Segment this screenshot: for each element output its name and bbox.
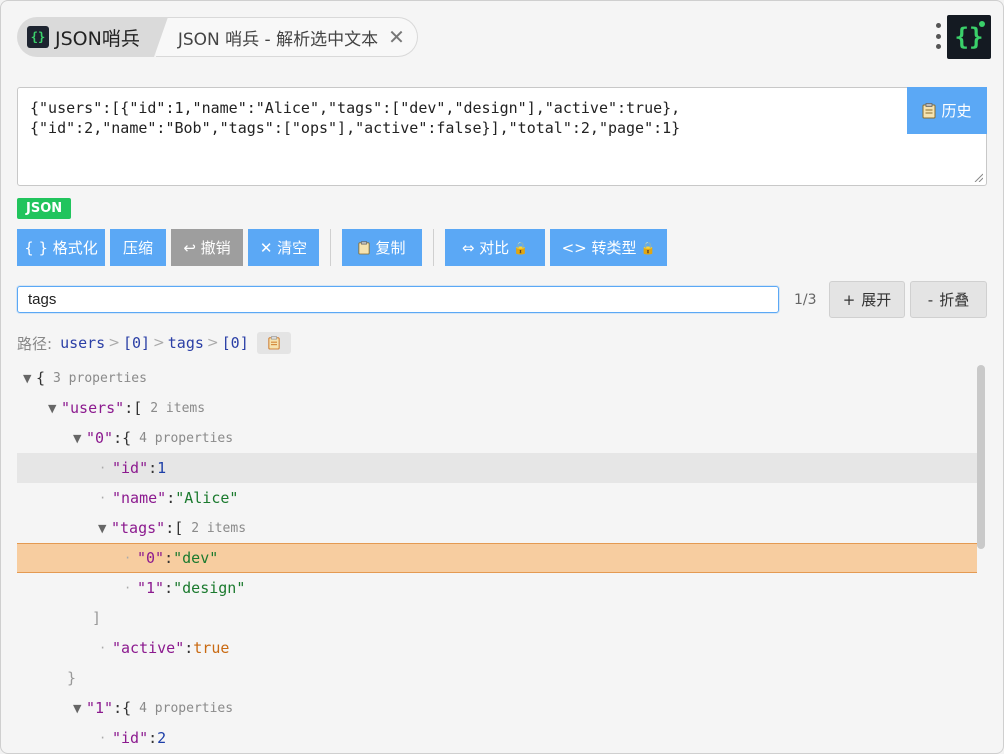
tab-bar: {} JSON哨兵 JSON 哨兵 - 解析选中文本 ✕ bbox=[17, 17, 418, 57]
tab-json-sentinel[interactable]: {} JSON哨兵 bbox=[17, 17, 168, 57]
copy-label: 复制 bbox=[375, 239, 406, 257]
lock-icon: 🔒 bbox=[513, 240, 529, 255]
compare-button[interactable]: ⇔ 对比 🔒 bbox=[445, 229, 545, 266]
resize-grip-icon[interactable] bbox=[973, 172, 983, 182]
expand-label: 展开 bbox=[861, 291, 892, 309]
clear-button[interactable]: ✕ 清空 bbox=[248, 229, 319, 266]
format-badge: JSON bbox=[17, 198, 72, 219]
toolbar: { } 格式化 压缩 ↩ 撤销 ✕ 清空 复制 ⇔ 对比 🔒 <> 转类型 🔒 bbox=[17, 229, 672, 266]
toolbar-divider bbox=[330, 229, 331, 266]
plus-icon: + bbox=[842, 290, 856, 309]
tree-row-users[interactable]: ▼ "users":[2 items bbox=[17, 393, 977, 423]
breadcrumb-item[interactable]: [0] bbox=[222, 334, 249, 352]
clipboard-icon bbox=[268, 336, 280, 350]
expand-toggle-icon[interactable]: ▼ bbox=[73, 432, 86, 445]
breadcrumb-item[interactable]: [0] bbox=[123, 334, 150, 352]
clipboard-icon bbox=[922, 102, 936, 118]
tree-row-name[interactable]: · "name": "Alice" bbox=[17, 483, 977, 513]
tree-scrollbar[interactable] bbox=[977, 365, 985, 549]
convert-type-button[interactable]: <> 转类型 🔒 bbox=[550, 229, 667, 266]
chevron-right-icon: > bbox=[108, 335, 120, 351]
json-input[interactable]: {"users":[{"id":1,"name":"Alice","tags":… bbox=[17, 87, 987, 186]
copy-button[interactable]: 复制 bbox=[342, 229, 422, 266]
json-tree: ▼{3 properties ▼ "users":[2 items ▼ "0":{4… bbox=[17, 363, 977, 753]
tree-row-item-1[interactable]: ▼ "1":{4 properties bbox=[17, 693, 977, 723]
tree-row-tag-1[interactable]: · "1": "design" bbox=[17, 573, 977, 603]
compare-label: ⇔ 对比 bbox=[461, 239, 510, 257]
breadcrumb-item[interactable]: users bbox=[60, 334, 105, 352]
tree-row-tags[interactable]: ▼ "tags":[2 items bbox=[17, 513, 977, 543]
app-logo: {} bbox=[947, 15, 991, 59]
toolbar-divider bbox=[433, 229, 434, 266]
expand-toggle-icon[interactable]: ▼ bbox=[23, 372, 36, 385]
tree-row-active[interactable]: · "active": true bbox=[17, 633, 977, 663]
match-count: 1/3 bbox=[794, 292, 817, 308]
expand-toggle-icon[interactable]: ▼ bbox=[48, 402, 61, 415]
history-button[interactable]: 历史 bbox=[907, 87, 987, 134]
breadcrumb-item[interactable]: tags bbox=[168, 334, 204, 352]
undo-button[interactable]: ↩ 撤销 bbox=[171, 229, 243, 266]
tree-row-id[interactable]: · "id":1 bbox=[17, 453, 977, 483]
tab-label: JSON 哨兵 - 解析选中文本 bbox=[177, 29, 379, 50]
clipboard-icon bbox=[358, 240, 371, 254]
more-menu-icon[interactable] bbox=[934, 23, 942, 49]
search-input[interactable] bbox=[17, 286, 779, 313]
app-logo-icon: {} bbox=[27, 26, 49, 48]
tree-row-item-0[interactable]: ▼ "0":{4 properties bbox=[17, 423, 977, 453]
expand-toggle-icon[interactable]: ▼ bbox=[73, 702, 86, 715]
tree-row-root[interactable]: ▼{3 properties bbox=[17, 363, 977, 393]
path-label: 路径: bbox=[17, 334, 53, 353]
json-input-text: {"users":[{"id":1,"name":"Alice","tags":… bbox=[30, 99, 681, 137]
format-button[interactable]: { } 格式化 bbox=[17, 229, 105, 266]
tree-row-tags-close: ] bbox=[92, 609, 102, 627]
tree-row-tag-0[interactable]: · "0": "dev" bbox=[17, 543, 977, 573]
expand-toggle-icon[interactable]: ▼ bbox=[98, 522, 111, 535]
breadcrumb: 路径: users > [0] > tags > [0] bbox=[17, 331, 291, 355]
logo-glyph: {} bbox=[954, 23, 984, 51]
tree-row-item-0-close: } bbox=[67, 669, 77, 687]
tab-parse-selection[interactable]: JSON 哨兵 - 解析选中文本 ✕ bbox=[155, 17, 418, 57]
collapse-button[interactable]: - 折叠 bbox=[910, 281, 987, 318]
minus-icon: - bbox=[927, 290, 934, 309]
compress-button[interactable]: 压缩 bbox=[110, 229, 166, 266]
collapse-label: 折叠 bbox=[939, 291, 970, 309]
lock-icon: 🔒 bbox=[640, 240, 656, 255]
chevron-right-icon: > bbox=[153, 335, 165, 351]
tab-label: JSON哨兵 bbox=[55, 27, 140, 50]
copy-path-button[interactable] bbox=[256, 332, 291, 354]
expand-button[interactable]: + 展开 bbox=[829, 281, 905, 318]
history-label: 历史 bbox=[941, 102, 972, 120]
convert-label: <> 转类型 bbox=[561, 239, 637, 257]
app-window: {} JSON哨兵 JSON 哨兵 - 解析选中文本 ✕ {} {"users"… bbox=[0, 0, 1004, 754]
tree-row-id-2[interactable]: · "id":2 bbox=[17, 723, 977, 753]
close-icon[interactable]: ✕ bbox=[388, 27, 405, 47]
chevron-right-icon: > bbox=[206, 335, 219, 351]
